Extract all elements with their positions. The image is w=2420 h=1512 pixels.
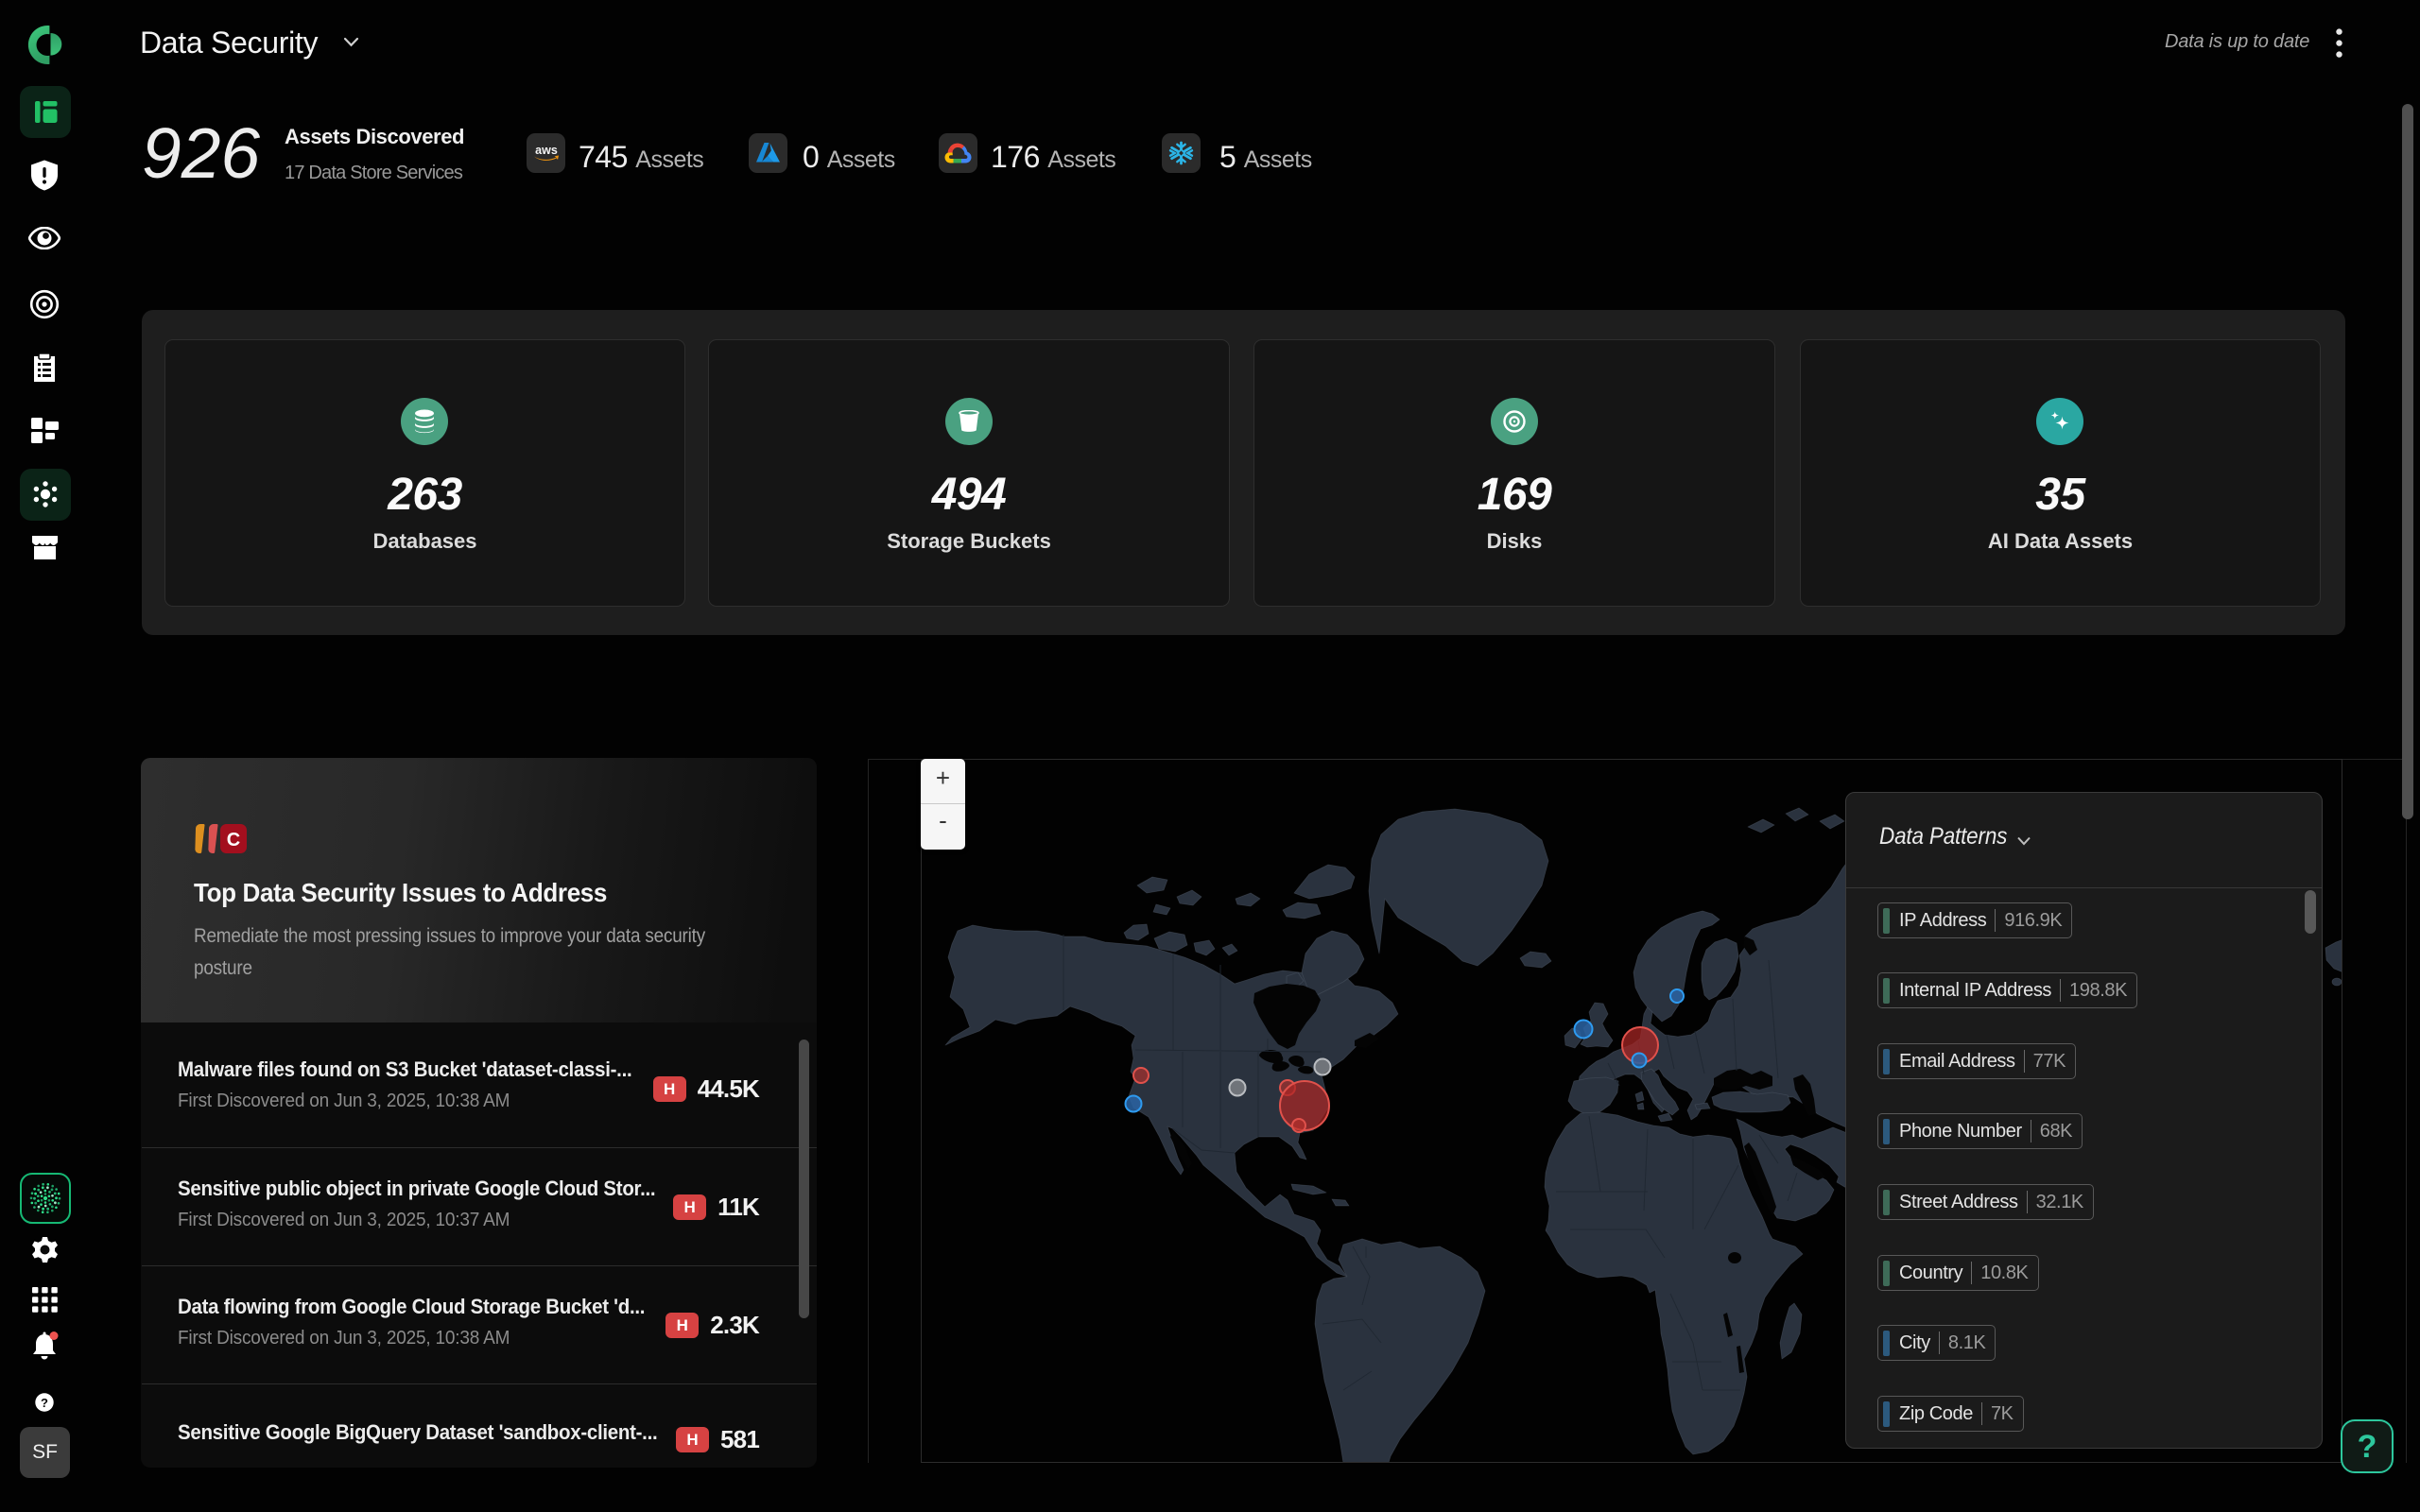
svg-text:aws: aws bbox=[535, 144, 558, 157]
svg-text:C: C bbox=[227, 830, 240, 850]
svg-text:?: ? bbox=[41, 1396, 48, 1410]
